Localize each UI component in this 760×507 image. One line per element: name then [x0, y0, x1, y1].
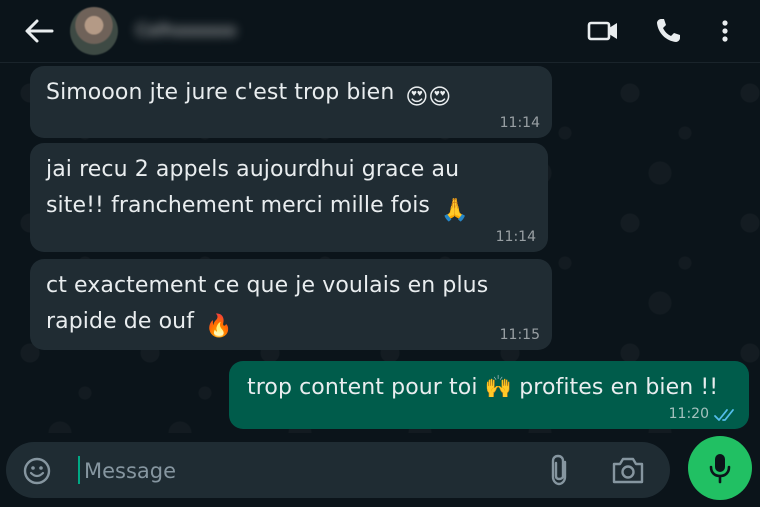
message-text: ct exactement ce que je voulais en plus …	[46, 273, 489, 334]
emoji-icon[interactable]	[22, 456, 52, 486]
folded-hands-emoji: 🙏	[441, 198, 469, 223]
message-text: Simooon jte jure c'est trop bien	[46, 80, 395, 105]
paperclip-icon[interactable]	[545, 453, 575, 487]
fire-emoji: 🔥	[205, 314, 233, 339]
read-ticks-icon	[714, 409, 734, 421]
voice-message-button[interactable]	[688, 436, 752, 500]
chat-header: Celhoooooo	[0, 0, 760, 63]
video-call-icon[interactable]	[586, 15, 620, 47]
microphone-icon	[709, 454, 731, 484]
message-bubble-incoming[interactable]: Simooon jte jure c'est trop bien 😍😍 11:1…	[30, 66, 552, 138]
message-text: trop content pour toi 🙌 profites en bien…	[247, 375, 719, 400]
camera-icon[interactable]	[610, 454, 646, 486]
message-time: 11:15	[499, 327, 540, 343]
more-vertical-icon[interactable]	[708, 15, 742, 47]
message-input[interactable]	[82, 451, 526, 491]
message-bubble-incoming[interactable]: jai recu 2 appels aujourdhui grace au si…	[30, 143, 548, 252]
message-time: 11:20	[668, 406, 709, 422]
message-bubble-outgoing[interactable]: trop content pour toi 🙌 profites en bien…	[229, 361, 749, 429]
heart-eyes-emoji: 😍😍	[405, 85, 452, 110]
message-text: jai recu 2 appels aujourdhui grace au si…	[46, 157, 460, 218]
contact-name[interactable]: Celhoooooo	[136, 20, 236, 42]
message-time: 11:14	[495, 229, 536, 245]
message-bubble-incoming[interactable]: ct exactement ce que je voulais en plus …	[30, 259, 552, 350]
arrow-left-icon[interactable]	[22, 16, 56, 46]
phone-icon[interactable]	[652, 15, 686, 47]
message-composer	[6, 442, 670, 498]
avatar[interactable]	[70, 7, 118, 55]
text-cursor	[78, 456, 80, 484]
message-time: 11:14	[499, 115, 540, 131]
